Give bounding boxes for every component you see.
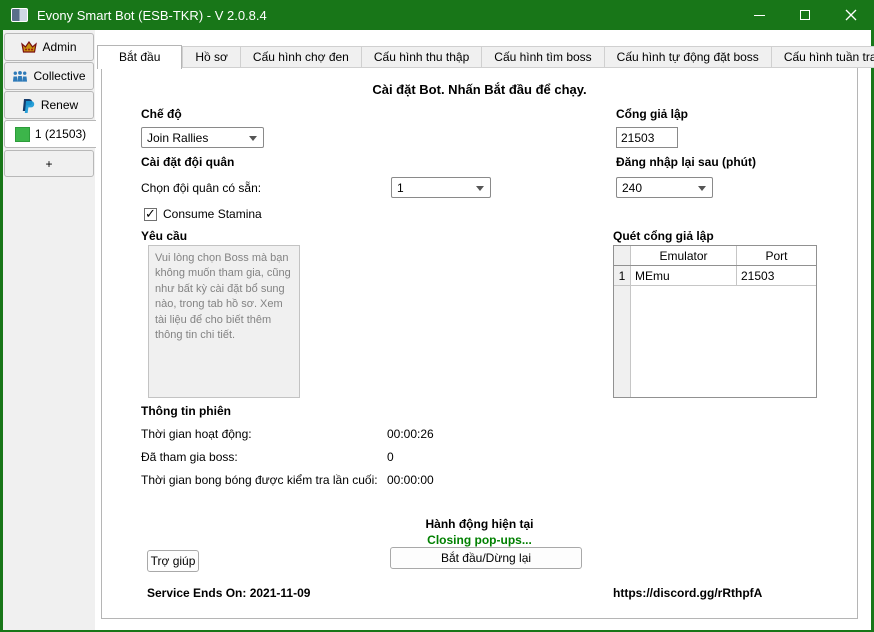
sidebar-item-label: Renew <box>41 98 78 112</box>
plus-label: + <box>45 157 52 171</box>
session-bubble-check-label: Thời gian bong bóng được kiểm tra lần cu… <box>141 473 378 487</box>
sidebar-item-admin[interactable]: Admin <box>4 33 94 61</box>
window-body: Admin Collective Renew 1 (21503) + <box>3 30 871 630</box>
relogin-value: 240 <box>622 181 642 195</box>
session-bubble-check-value: 00:00:00 <box>387 473 434 487</box>
tab-page-bat-dau: Cài đặt Bot. Nhấn Bắt đầu để chạy. Chế đ… <box>101 67 858 619</box>
row-number: 1 <box>614 266 631 285</box>
chevron-down-icon <box>476 186 484 191</box>
army-preset-label: Chọn đội quân có sẵn: <box>141 181 261 195</box>
app-icon <box>11 8 28 22</box>
window-title: Evony Smart Bot (ESB-TKR) - V 2.0.8.4 <box>37 8 267 23</box>
green-square-icon <box>15 127 30 142</box>
emulator-port-value: 21503 <box>621 131 654 145</box>
close-icon <box>845 9 857 21</box>
crown-icon <box>21 39 37 55</box>
chevron-down-icon <box>698 186 706 191</box>
tab-bat-dau[interactable]: Bắt đầu <box>97 45 182 69</box>
relogin-dropdown[interactable]: 240 <box>616 177 713 198</box>
people-icon <box>12 68 28 84</box>
cell-port: 21503 <box>737 266 816 285</box>
mode-dropdown[interactable]: Join Rallies <box>141 127 264 148</box>
port-scan-table[interactable]: Emulator Port 1 MEmu 21503 <box>613 245 817 398</box>
column-header-port: Port <box>737 246 816 265</box>
session-uptime-value: 00:00:26 <box>387 427 434 441</box>
add-instance-button[interactable]: + <box>4 150 94 177</box>
emulator-port-label: Cổng giả lập <box>616 107 688 121</box>
tab-strip: Bắt đầu Hồ sơ Cấu hình chợ đen Cấu hình … <box>97 44 874 68</box>
paypal-icon <box>20 97 36 113</box>
page-title: Cài đặt Bot. Nhấn Bắt đầu để chạy. <box>102 82 857 97</box>
tab-ho-so[interactable]: Hồ sơ <box>182 46 241 68</box>
minimize-button[interactable] <box>736 0 782 30</box>
close-button[interactable] <box>828 0 874 30</box>
tab-cau-hinh-thu-thap[interactable]: Cấu hình thu thập <box>362 46 482 68</box>
minimize-icon <box>754 15 765 16</box>
tab-cau-hinh-tu-dong-dat-boss[interactable]: Cấu hình tự động đặt boss <box>605 46 772 68</box>
requirements-label: Yêu cầu <box>141 229 187 243</box>
table-header-row: Emulator Port <box>614 246 816 266</box>
sidebar-item-collective[interactable]: Collective <box>4 62 94 90</box>
cell-emulator: MEmu <box>631 266 737 285</box>
consume-stamina-label: Consume Stamina <box>163 207 262 221</box>
session-boss-joined-value: 0 <box>387 450 394 464</box>
current-action-label: Hành động hiện tại <box>102 517 857 531</box>
chevron-down-icon <box>249 136 257 141</box>
sidebar-item-label: 1 (21503) <box>35 127 86 141</box>
help-button[interactable]: Trợ giúp <box>147 550 199 572</box>
consume-stamina-row: Consume Stamina <box>144 207 262 221</box>
requirements-text: Vui lòng chọn Boss mà bạn không muốn tha… <box>148 245 300 398</box>
table-row[interactable]: 1 MEmu 21503 <box>614 266 816 286</box>
tab-cau-hinh-tuan-tra[interactable]: Cấu hình tuần tra <box>772 46 874 68</box>
mode-label: Chế độ <box>141 107 182 121</box>
sidebar-item-renew[interactable]: Renew <box>4 91 94 119</box>
sidebar: Admin Collective Renew 1 (21503) + <box>3 30 95 630</box>
army-section-label: Cài đặt đội quân <box>141 155 234 169</box>
tab-cau-hinh-cho-den[interactable]: Cấu hình chợ đen <box>241 46 362 68</box>
session-uptime-label: Thời gian hoạt động: <box>141 427 252 441</box>
port-scan-label: Quét cổng giả lập <box>613 229 714 243</box>
sidebar-item-label: Collective <box>33 69 85 83</box>
maximize-icon <box>800 10 810 20</box>
relogin-label: Đăng nhập lại sau (phút) <box>616 155 756 169</box>
tab-cau-hinh-tim-boss[interactable]: Cấu hình tìm boss <box>482 46 604 68</box>
emulator-port-input[interactable]: 21503 <box>616 127 678 148</box>
consume-stamina-checkbox[interactable] <box>144 208 157 221</box>
session-section-label: Thông tin phiên <box>141 404 231 418</box>
column-header-emulator: Emulator <box>631 246 737 265</box>
service-ends-text: Service Ends On: 2021-11-09 <box>147 586 310 600</box>
maximize-button[interactable] <box>782 0 828 30</box>
current-action-status: Closing pop-ups... <box>102 533 857 547</box>
discord-link[interactable]: https://discord.gg/rRthpfA <box>613 586 762 600</box>
sidebar-item-instance[interactable]: 1 (21503) <box>4 120 96 148</box>
session-boss-joined-label: Đã tham gia boss: <box>141 450 238 464</box>
army-preset-value: 1 <box>397 181 404 195</box>
start-stop-button[interactable]: Bắt đầu/Dừng lại <box>390 547 582 569</box>
app-window: Evony Smart Bot (ESB-TKR) - V 2.0.8.4 Ad… <box>0 0 874 632</box>
army-preset-dropdown[interactable]: 1 <box>391 177 491 198</box>
mode-value: Join Rallies <box>147 131 208 145</box>
title-bar: Evony Smart Bot (ESB-TKR) - V 2.0.8.4 <box>0 0 874 30</box>
sidebar-item-label: Admin <box>42 40 76 54</box>
